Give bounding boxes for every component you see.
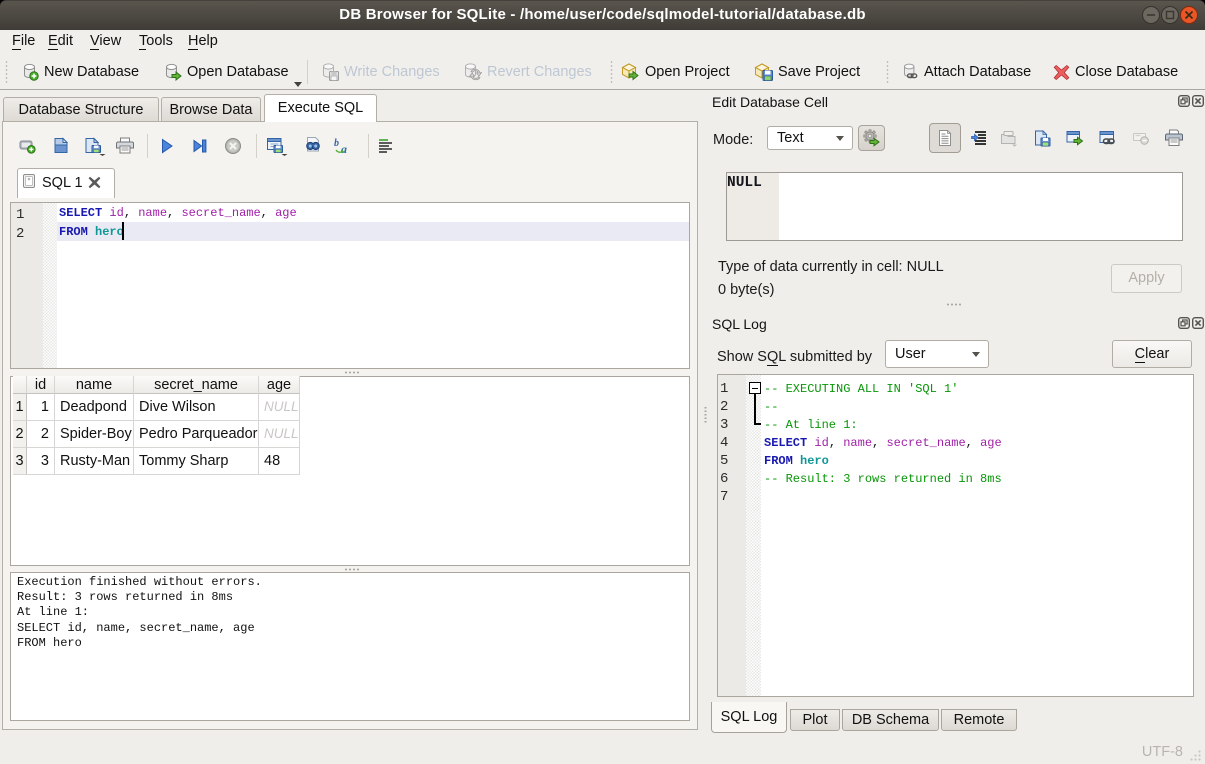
svg-text:b: b <box>334 138 339 149</box>
svg-text:a: a <box>341 142 347 155</box>
